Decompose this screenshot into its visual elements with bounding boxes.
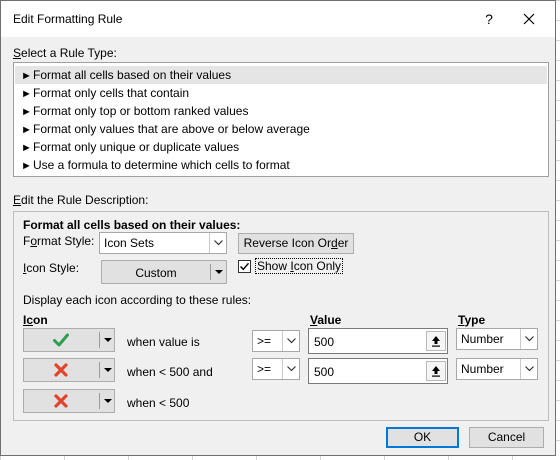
rule-type-list[interactable]: ►Format all cells based on their values … <box>13 62 549 177</box>
rule-type-item[interactable]: ►Use a formula to determine which cells … <box>15 156 547 174</box>
dropdown-arrow-icon <box>212 261 226 283</box>
operator-select-row-1[interactable]: >= <box>252 330 300 352</box>
show-icon-only-label[interactable]: Show Icon Only <box>255 258 344 274</box>
arrow-right-icon: ► <box>21 124 32 136</box>
type-select-row-2[interactable]: Number <box>456 358 538 380</box>
icon-style-label: Icon Style: <box>23 261 80 275</box>
rule-condition-text: when value is <box>127 335 200 349</box>
show-icon-only-checkbox[interactable] <box>238 260 251 273</box>
chevron-down-icon <box>520 359 537 379</box>
collapse-dialog-button[interactable] <box>426 331 446 351</box>
value-column-header: Value <box>310 313 342 327</box>
arrow-right-icon: ► <box>21 88 32 100</box>
close-button[interactable] <box>517 7 541 31</box>
chevron-down-icon <box>209 233 226 253</box>
checkmark-icon <box>240 262 250 271</box>
icon-select-row-1[interactable] <box>23 328 115 352</box>
rule-type-item[interactable]: ►Format only values that are above or be… <box>15 120 547 138</box>
arrow-right-icon: ► <box>21 70 32 82</box>
type-column-header: Type <box>458 313 486 327</box>
rules-intro-text: Display each icon according to these rul… <box>23 293 252 307</box>
chevron-down-icon <box>282 359 299 379</box>
value-input-row-1[interactable]: 500 <box>308 328 448 354</box>
description-heading: Format all cells based on their values: <box>23 218 241 232</box>
close-icon <box>523 13 535 25</box>
rule-condition-text: when < 500 and <box>127 365 213 379</box>
rule-type-item[interactable]: ►Format only top or bottom ranked values <box>15 102 547 120</box>
rule-type-item[interactable]: ►Format only unique or duplicate values <box>15 138 547 156</box>
collapse-dialog-button[interactable] <box>426 361 446 381</box>
dropdown-arrow-icon <box>101 359 114 381</box>
range-select-icon <box>432 336 440 347</box>
icon-style-select[interactable]: Custom <box>101 260 227 284</box>
type-select-row-1[interactable]: Number <box>456 328 538 350</box>
rule-description-label: Edit the Rule Description: <box>13 193 149 207</box>
edit-formatting-rule-dialog: Edit Formatting Rule ? Select a Rule Typ… <box>0 0 556 456</box>
dialog-title: Edit Formatting Rule <box>13 12 123 26</box>
value-input-row-2[interactable]: 500 <box>308 358 448 384</box>
rule-type-item[interactable]: ►Format all cells based on their values <box>15 66 547 84</box>
icon-column-header: Icon <box>23 313 48 327</box>
reverse-icon-order-button[interactable]: Reverse Icon Order <box>238 233 354 254</box>
help-button[interactable]: ? <box>479 9 499 29</box>
format-style-label: Format Style: <box>23 234 95 248</box>
range-select-icon <box>432 366 440 377</box>
cancel-button[interactable]: Cancel <box>469 427 544 448</box>
rule-type-item[interactable]: ►Format only cells that contain <box>15 84 547 102</box>
dropdown-arrow-icon <box>101 329 114 351</box>
ok-button[interactable]: OK <box>386 427 459 448</box>
chevron-down-icon <box>520 329 537 349</box>
rule-condition-text: when < 500 <box>127 396 190 410</box>
format-style-value: Icon Sets <box>104 236 155 250</box>
rule-type-label: Select a Rule Type: <box>13 46 117 60</box>
rule-description-panel: Format all cells based on their values: … <box>13 211 549 421</box>
arrow-right-icon: ► <box>21 142 32 154</box>
arrow-right-icon: ► <box>21 106 32 118</box>
split-divider <box>210 264 211 280</box>
icon-select-row-3[interactable] <box>23 389 115 413</box>
red-x-icon <box>54 363 68 377</box>
arrow-right-icon: ► <box>21 160 32 172</box>
operator-select-row-2[interactable]: >= <box>252 358 300 380</box>
dropdown-arrow-icon <box>101 390 114 412</box>
title-bar: Edit Formatting Rule ? <box>1 1 555 37</box>
chevron-down-icon <box>282 331 299 351</box>
icon-style-value: Custom <box>135 266 177 280</box>
green-check-icon <box>53 333 69 347</box>
red-x-icon <box>54 394 68 408</box>
format-style-select[interactable]: Icon Sets <box>99 232 227 254</box>
icon-select-row-2[interactable] <box>23 358 115 382</box>
